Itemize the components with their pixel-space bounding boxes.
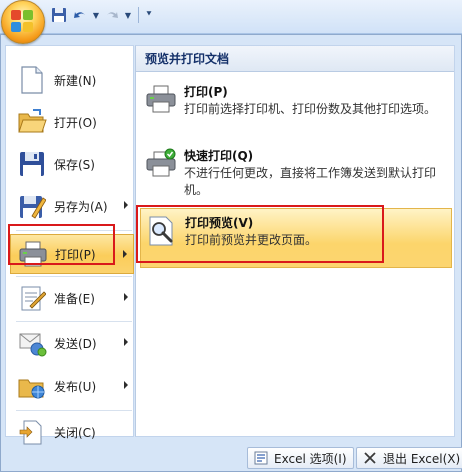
menu-item-label: 保存(S) [54,157,95,172]
printer-icon [17,238,49,270]
menu-item-label: 另存为(A) [54,199,108,214]
save-icon[interactable] [50,6,68,24]
close-icon [362,450,378,466]
quick-access-toolbar: ▼ ▼ ⯆ [50,4,153,26]
menu-item-label: 发布(U) [54,379,97,394]
submenu-arrow-icon [124,293,128,301]
menu-item-label: 打印(P) [55,247,96,262]
publish-icon [16,370,48,402]
office-button[interactable] [1,0,45,44]
print-submenu-pane: 预览并打印文档 打印(P) 打印前选择打印机、打印份数及其他打印选项。 快速打印… [135,45,455,437]
printer-icon [145,84,177,116]
undo-icon[interactable] [71,6,89,24]
print-preview-icon [146,215,178,247]
options-icon [253,450,269,466]
exit-excel-label: 退出 Excel(X) [383,451,461,466]
submenu-item-quick-print[interactable]: 快速打印(Q) 不进行任何更改，直接将工作簿发送到默认打印机。 [140,142,452,202]
menu-item-label: 关闭(C) [54,425,96,440]
new-document-icon [16,64,48,96]
menu-item-label: 打开(O) [54,115,97,130]
menu-item-publish[interactable]: 发布(U) [10,366,134,406]
menu-item-prepare[interactable]: 准备(E) [10,278,134,318]
title-bar: ▼ ▼ ⯆ [0,0,462,34]
qat-separator [138,7,139,23]
submenu-item-title: 快速打印(Q) [184,149,254,163]
submenu-header: 预览并打印文档 [136,46,454,72]
undo-dropdown-icon[interactable]: ▼ [92,11,100,20]
quick-print-icon [145,148,177,180]
menu-item-label: 发送(D) [54,336,97,351]
submenu-item-description: 打印前预览并更改页面。 [185,233,318,247]
menu-divider [16,230,132,231]
excel-options-button[interactable]: Excel 选项(I) [247,447,354,469]
menu-divider [16,410,132,411]
menu-item-open[interactable]: 打开(O) [10,102,134,142]
submenu-arrow-icon [124,201,128,209]
menu-item-save[interactable]: 保存(S) [10,144,134,184]
submenu-item-description: 不进行任何更改，直接将工作簿发送到默认打印机。 [184,166,437,197]
menu-item-send[interactable]: 发送(D) [10,323,134,363]
office-menu: 新建(N) 打开(O) 保存(S) 另存为(A) 打印(P) 准备(E) 发送(… [0,34,462,472]
menu-item-print[interactable]: 打印(P) [10,234,134,274]
submenu-item-title: 打印预览(V) [185,216,254,230]
redo-dropdown-icon[interactable]: ▼ [124,11,132,20]
prepare-icon [16,282,48,314]
save-floppy-icon [16,148,48,180]
menu-item-label: 准备(E) [54,291,95,306]
save-as-icon [16,190,48,222]
menu-divider [16,276,132,277]
open-folder-icon [16,106,48,138]
submenu-arrow-icon [124,381,128,389]
exit-excel-button[interactable]: 退出 Excel(X) [356,447,462,469]
menu-commands-pane: 新建(N) 打开(O) 保存(S) 另存为(A) 打印(P) 准备(E) 发送(… [5,45,134,445]
send-icon [16,327,48,359]
submenu-arrow-icon [123,250,127,258]
menu-item-close[interactable]: 关闭(C) [10,412,134,452]
customize-qat-icon[interactable]: ⯆ [145,10,153,20]
menu-item-label: 新建(N) [54,73,97,88]
close-document-icon [16,416,48,448]
submenu-item-print[interactable]: 打印(P) 打印前选择打印机、打印份数及其他打印选项。 [140,78,452,138]
menu-item-new[interactable]: 新建(N) [10,60,134,100]
submenu-item-title: 打印(P) [184,85,228,99]
submenu-arrow-icon [124,338,128,346]
office-logo-icon [11,10,35,34]
menu-divider [16,321,132,322]
submenu-item-print-preview[interactable]: 打印预览(V) 打印前预览并更改页面。 [140,208,452,268]
redo-icon[interactable] [103,6,121,24]
submenu-item-description: 打印前选择打印机、打印份数及其他打印选项。 [184,102,437,116]
menu-item-save-as[interactable]: 另存为(A) [10,186,134,226]
excel-options-label: Excel 选项(I) [274,451,347,466]
